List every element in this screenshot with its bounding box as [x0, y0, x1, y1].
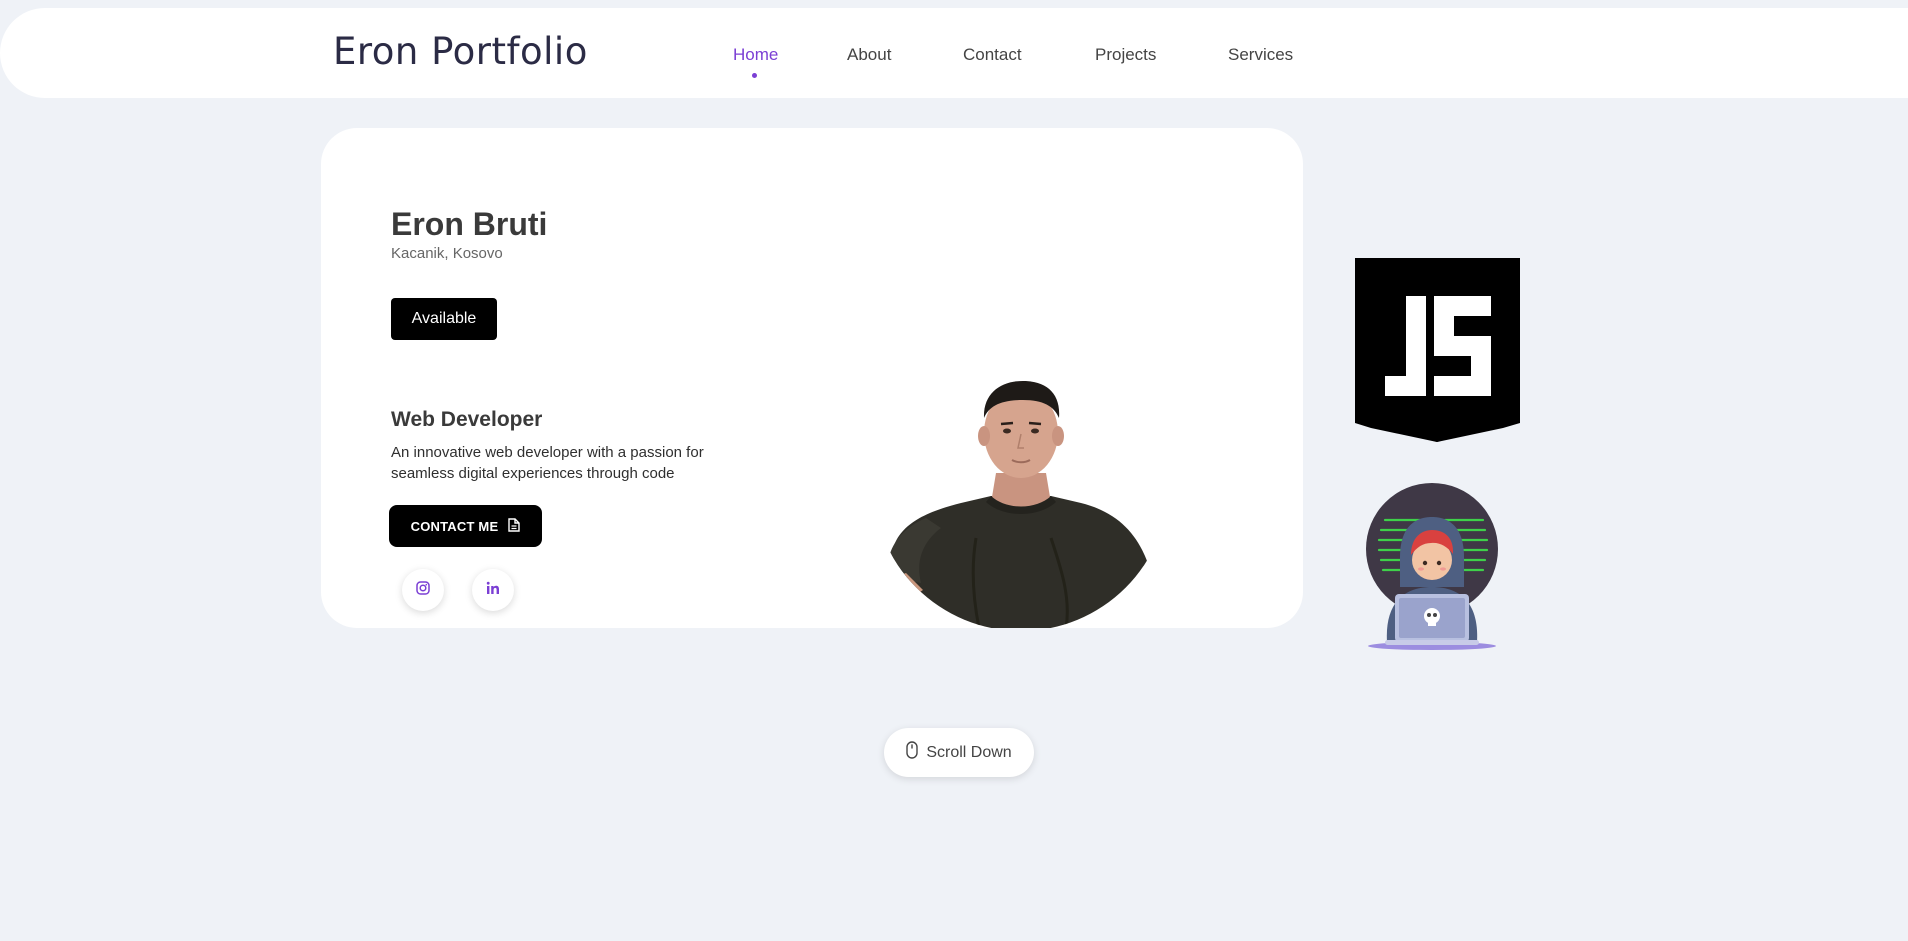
instagram-icon: [416, 580, 430, 600]
nav-about[interactable]: About: [847, 45, 891, 65]
hero-role: Web Developer: [391, 408, 543, 431]
contact-me-button[interactable]: CONTACT ME: [389, 505, 542, 547]
profile-photo: [888, 381, 1151, 628]
javascript-logo-icon: [1355, 258, 1520, 442]
nav-services[interactable]: Services: [1228, 45, 1293, 65]
nav-projects[interactable]: Projects: [1095, 45, 1156, 65]
site-header: Eron Portfolio Home About Contact Projec…: [0, 8, 1908, 98]
instagram-link[interactable]: [402, 569, 444, 611]
active-nav-indicator: [752, 73, 757, 78]
available-button[interactable]: Available: [391, 298, 497, 340]
hero-name: Eron Bruti: [391, 206, 548, 242]
scroll-down-label: Scroll Down: [926, 743, 1012, 761]
linkedin-icon: [486, 581, 500, 600]
hero-card: Eron Bruti Kacanik, Kosovo Available Web…: [321, 128, 1303, 628]
hero-location: Kacanik, Kosovo: [391, 245, 503, 262]
scroll-down-button[interactable]: Scroll Down: [884, 728, 1034, 777]
document-icon: [508, 517, 521, 535]
nav-home[interactable]: Home: [733, 45, 778, 65]
nav-contact[interactable]: Contact: [963, 45, 1022, 65]
mouse-icon: [906, 741, 919, 764]
linkedin-link[interactable]: [472, 569, 514, 611]
main-nav: Home About Contact Projects Services: [0, 8, 1908, 98]
developer-illustration-icon: [1366, 483, 1498, 650]
contact-me-label: CONTACT ME: [410, 518, 499, 534]
hero-description: An innovative web developer with a passi…: [391, 444, 704, 482]
